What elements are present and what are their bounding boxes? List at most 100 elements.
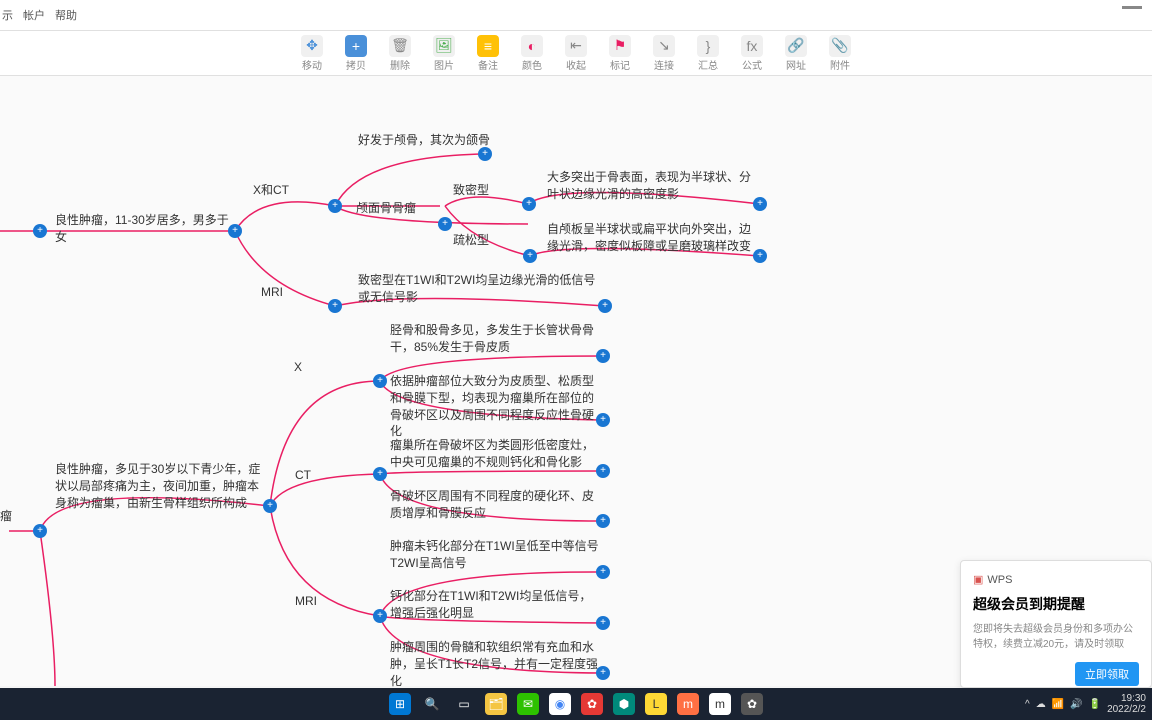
tool-收起[interactable]: ⇤收起 <box>561 35 591 72</box>
app-icon[interactable]: m <box>709 693 731 715</box>
tool-label: 删除 <box>390 57 410 72</box>
expand-icon[interactable]: + <box>373 467 387 481</box>
clock-time[interactable]: 19:30 <box>1107 693 1146 704</box>
expand-icon[interactable]: + <box>753 249 767 263</box>
tool-label: 拷贝 <box>346 57 366 72</box>
app-icon[interactable]: ✿ <box>581 693 603 715</box>
chrome-icon[interactable]: ◉ <box>549 693 571 715</box>
app-icon[interactable]: ⬢ <box>613 693 635 715</box>
tool-icon: ✥ <box>301 35 323 57</box>
expand-icon[interactable]: + <box>596 349 610 363</box>
expand-icon[interactable]: + <box>373 374 387 388</box>
menu-item[interactable]: 帮助 <box>55 7 77 23</box>
mindmap-node[interactable]: 致密型在T1WI和T2WI均呈边缘光滑的低信号或无信号影 <box>358 272 598 306</box>
expand-icon[interactable]: + <box>596 464 610 478</box>
tool-label: 附件 <box>830 57 850 72</box>
tool-icon: + <box>345 35 367 57</box>
mindmap-node[interactable]: 自颅板呈半球状或扁平状向外突出，边缘光滑，密度似板障或呈磨玻璃样改变 <box>547 221 757 255</box>
expand-icon[interactable]: + <box>596 514 610 528</box>
expand-icon[interactable]: + <box>328 199 342 213</box>
wps-brand: ▣WPS <box>973 573 1139 586</box>
explorer-icon[interactable]: 🗂 <box>485 693 507 715</box>
tool-移动[interactable]: ✥移动 <box>297 35 327 72</box>
tool-label: 备注 <box>478 57 498 72</box>
expand-icon[interactable]: + <box>263 499 277 513</box>
tool-连接[interactable]: ↘连接 <box>649 35 679 72</box>
mindmap-node[interactable]: 疏松型 <box>453 232 489 249</box>
minimize-button[interactable] <box>1122 6 1142 9</box>
wps-desc: 您即将失去超级会员身份和多项办公特权，续费立减20元，请及时领取 <box>973 622 1139 652</box>
cloud-icon[interactable]: ☁ <box>1036 699 1046 710</box>
system-tray[interactable]: ^ ☁ 📶 🔊 🔋 19:30 2022/2/2 <box>1025 693 1146 715</box>
tool-icon: ⇤ <box>565 35 587 57</box>
tool-label: 汇总 <box>698 57 718 72</box>
tool-颜色[interactable]: ◐颜色 <box>517 35 547 72</box>
expand-icon[interactable]: + <box>328 299 342 313</box>
wifi-icon[interactable]: 📶 <box>1052 699 1064 710</box>
tool-icon: ↘ <box>653 35 675 57</box>
volume-icon[interactable]: 🔊 <box>1070 699 1082 710</box>
expand-icon[interactable]: + <box>753 197 767 211</box>
mindmap-node[interactable]: 瘤巢所在骨破坏区为类圆形低密度灶，中央可见瘤巢的不规则钙化和骨化影 <box>390 437 600 471</box>
wps-renew-button[interactable]: 立即领取 <box>1075 662 1139 686</box>
expand-icon[interactable]: + <box>523 249 537 263</box>
expand-icon[interactable]: + <box>438 217 452 231</box>
battery-icon[interactable]: 🔋 <box>1089 699 1101 710</box>
tool-拷贝[interactable]: +拷贝 <box>341 35 371 72</box>
tool-备注[interactable]: ≡备注 <box>473 35 503 72</box>
app-icon[interactable]: m <box>677 693 699 715</box>
clock-date[interactable]: 2022/2/2 <box>1107 704 1146 715</box>
expand-icon[interactable]: + <box>522 197 536 211</box>
mindmap-node[interactable]: 颅面骨骨瘤 <box>356 200 416 217</box>
tool-网址[interactable]: 🔗网址 <box>781 35 811 72</box>
tool-图片[interactable]: 🖼图片 <box>429 35 459 72</box>
expand-icon[interactable]: + <box>33 224 47 238</box>
expand-icon[interactable]: + <box>228 224 242 238</box>
mindmap-node[interactable]: X和CT <box>253 182 289 199</box>
mindmap-node[interactable]: 胫骨和股骨多见，多发生于长管状骨骨干，85%发生于骨皮质 <box>390 322 600 356</box>
app-icon[interactable]: ✿ <box>741 693 763 715</box>
mindmap-node[interactable]: MRI <box>261 284 283 301</box>
tool-label: 连接 <box>654 57 674 72</box>
mindmap-node[interactable]: 钙化部分在T1WI和T2WI均呈低信号，增强后强化明显 <box>390 588 600 622</box>
tool-label: 移动 <box>302 57 322 72</box>
expand-icon[interactable]: + <box>596 616 610 630</box>
mindmap-node[interactable]: 大多突出于骨表面，表现为半球状、分叶状边缘光滑的高密度影 <box>547 169 757 203</box>
mindmap-node[interactable]: 肿瘤未钙化部分在T1WI呈低至中等信号T2WI呈高信号 <box>390 538 600 572</box>
tool-标记[interactable]: ⚑标记 <box>605 35 635 72</box>
search-icon[interactable]: 🔍 <box>421 693 443 715</box>
expand-icon[interactable]: + <box>373 609 387 623</box>
menu-item[interactable]: 示 <box>2 7 13 23</box>
expand-icon[interactable]: + <box>478 147 492 161</box>
mindmap-node[interactable]: 良性肿瘤，多见于30岁以下青少年，症状以局部疼痛为主，夜间加重，肿瘤本身称为瘤巢… <box>55 461 265 511</box>
chevron-up-icon[interactable]: ^ <box>1025 699 1030 710</box>
app-icon[interactable]: L <box>645 693 667 715</box>
tool-汇总[interactable]: }汇总 <box>693 35 723 72</box>
wps-popup: ▣WPS 超级会员到期提醒 您即将失去超级会员身份和多项办公特权，续费立减20元… <box>960 560 1152 688</box>
expand-icon[interactable]: + <box>596 565 610 579</box>
mindmap-node[interactable]: 依据肿瘤部位大致分为皮质型、松质型和骨膜下型，均表现为瘤巢所在部位的骨破坏区以及… <box>390 373 600 440</box>
taskview-icon[interactable]: ▭ <box>453 693 475 715</box>
expand-icon[interactable]: + <box>598 299 612 313</box>
mindmap-node[interactable]: 致密型 <box>453 182 489 199</box>
tool-删除[interactable]: 🗑删除 <box>385 35 415 72</box>
mindmap-node[interactable]: 良性肿瘤，11-30岁居多，男多于女 <box>55 212 235 246</box>
tool-公式[interactable]: fx公式 <box>737 35 767 72</box>
mindmap-node[interactable]: 瘤 <box>0 508 12 525</box>
mindmap-node[interactable]: 骨破坏区周围有不同程度的硬化环、皮质增厚和骨膜反应 <box>390 488 600 522</box>
tool-label: 收起 <box>566 57 586 72</box>
wechat-icon[interactable]: ✉ <box>517 693 539 715</box>
mindmap-node[interactable]: 好发于颅骨，其次为颌骨 <box>358 132 490 149</box>
mindmap-node[interactable]: MRI <box>295 593 317 610</box>
mindmap-node[interactable]: 肿瘤周围的骨髓和软组织常有充血和水肿，呈长T1长T2信号，并有一定程度强化 <box>390 639 600 689</box>
menu-item[interactable]: 帐户 <box>23 7 45 23</box>
tool-icon: 🗑 <box>389 35 411 57</box>
tool-附件[interactable]: 📎附件 <box>825 35 855 72</box>
expand-icon[interactable]: + <box>33 524 47 538</box>
mindmap-node[interactable]: CT <box>295 467 311 484</box>
expand-icon[interactable]: + <box>596 666 610 680</box>
mindmap-node[interactable]: X <box>294 359 302 376</box>
expand-icon[interactable]: + <box>596 413 610 427</box>
start-icon[interactable]: ⊞ <box>389 693 411 715</box>
tool-icon: 📎 <box>829 35 851 57</box>
